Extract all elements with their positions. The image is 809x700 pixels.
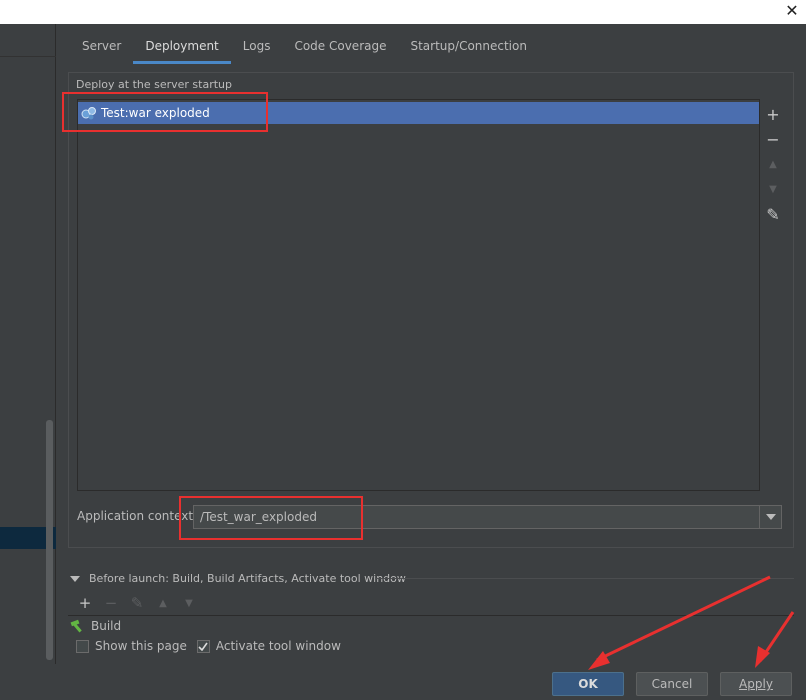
before-launch-list[interactable]: Build (68, 615, 794, 634)
deploy-toolbar: + − ▲ ▼ ✎ (762, 102, 784, 227)
collapse-triangle-icon (70, 575, 80, 582)
show-this-page-checkbox[interactable] (76, 639, 89, 653)
chevron-down-icon (765, 514, 776, 520)
minus-icon[interactable]: − (762, 127, 784, 152)
tab-deployment[interactable]: Deployment (133, 34, 232, 64)
application-context-input[interactable] (194, 506, 758, 528)
pencil-icon[interactable]: ✎ (762, 202, 784, 227)
list-item[interactable]: Test:war exploded (78, 102, 759, 124)
close-icon[interactable]: ✕ (783, 1, 801, 21)
application-context-combobox[interactable] (193, 505, 782, 529)
plus-icon[interactable]: + (72, 594, 98, 612)
list-item-label: Test:war exploded (101, 106, 210, 120)
plus-icon[interactable]: + (762, 102, 784, 127)
tab-server[interactable]: Server (70, 34, 133, 64)
window-titlebar: ✕ (0, 0, 809, 24)
deploy-artifact-list[interactable]: Test:war exploded (77, 99, 760, 491)
artifact-icon (81, 107, 96, 120)
tab-startup-connection[interactable]: Startup/Connection (398, 34, 538, 64)
arrow-down-icon[interactable]: ▼ (176, 594, 202, 612)
before-launch-header: Before launch: Build, Build Artifacts, A… (89, 572, 406, 585)
show-this-page-label[interactable]: Show this page (95, 639, 187, 653)
configuration-tree-pane (0, 24, 56, 664)
cancel-button[interactable]: Cancel (636, 672, 708, 696)
tab-code-coverage[interactable]: Code Coverage (282, 34, 398, 64)
arrow-up-icon[interactable]: ▲ (762, 152, 784, 177)
ok-button[interactable]: OK (552, 672, 624, 696)
dropdown-button[interactable] (759, 506, 781, 528)
arrow-down-icon[interactable]: ▼ (762, 177, 784, 202)
minus-icon[interactable]: − (98, 594, 124, 612)
tab-bar: Server Deployment Logs Code Coverage Sta… (70, 34, 539, 64)
application-context-label: Application context: (77, 509, 198, 523)
list-item-label: Build (91, 618, 122, 633)
pencil-icon[interactable]: ✎ (124, 594, 150, 612)
options-row: Show this page Activate tool window (76, 639, 351, 653)
before-launch-toolbar: + − ✎ ▲ ▼ (72, 594, 202, 612)
hammer-icon (70, 619, 82, 632)
list-item[interactable]: Build (68, 616, 794, 635)
activate-tool-window-checkbox[interactable] (196, 639, 210, 653)
arrowhead-icon (755, 646, 770, 668)
deploy-group-title: Deploy at the server startup (76, 78, 237, 91)
checkmark-icon (198, 642, 209, 651)
apply-button[interactable]: Apply (720, 672, 792, 696)
tab-logs[interactable]: Logs (231, 34, 283, 64)
arrowhead-icon (588, 651, 610, 670)
activate-tool-window-label[interactable]: Activate tool window (216, 639, 341, 653)
arrow-up-icon[interactable]: ▲ (150, 594, 176, 612)
divider (376, 578, 794, 579)
divider (0, 56, 56, 57)
before-launch-toggle[interactable]: Before launch: Build, Build Artifacts, A… (70, 572, 406, 585)
tree-scrollbar[interactable] (46, 420, 53, 660)
